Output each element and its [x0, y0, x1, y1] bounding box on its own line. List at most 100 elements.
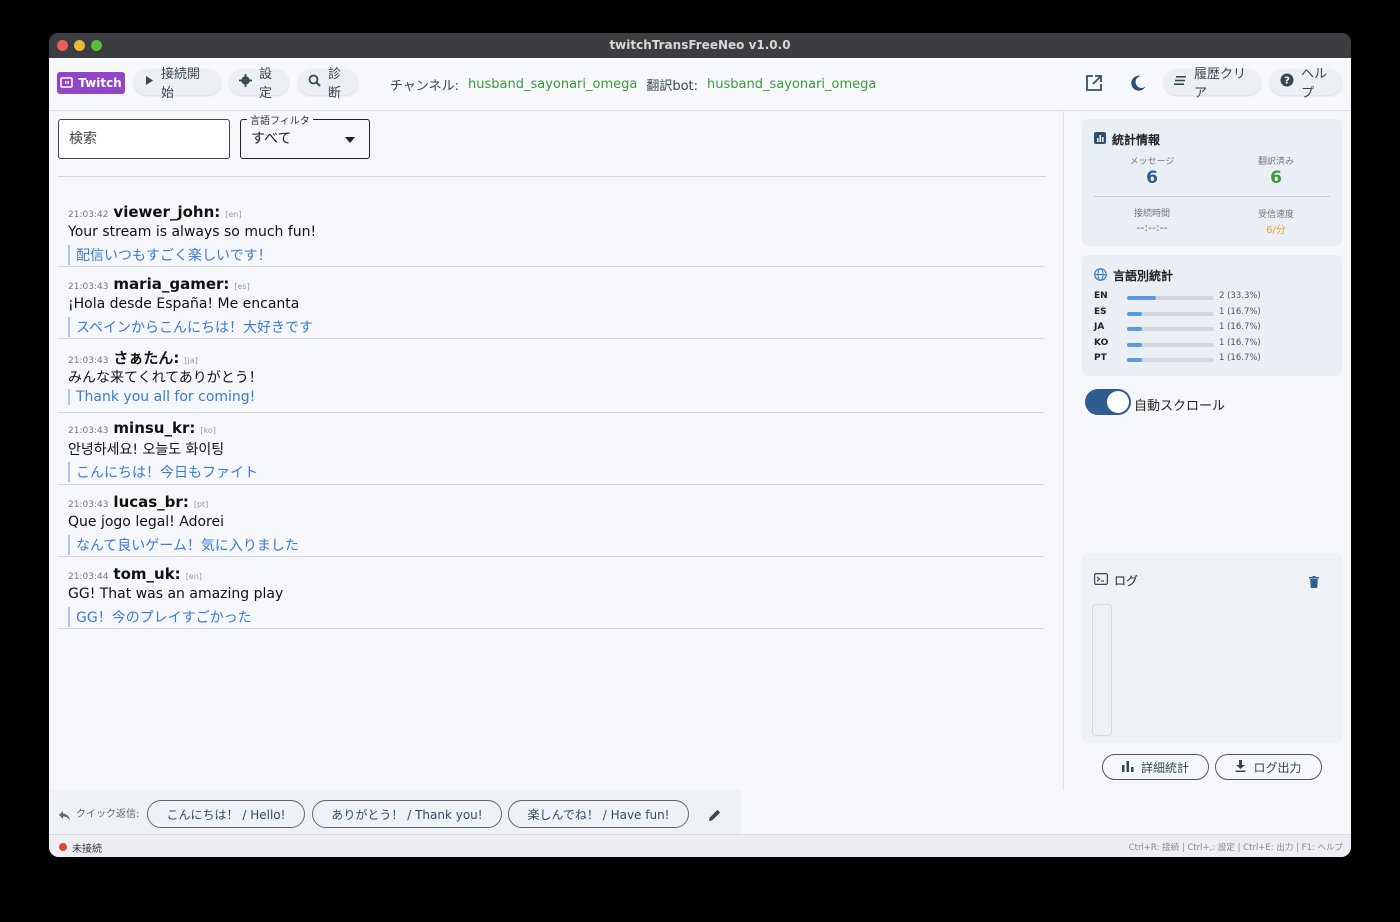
- quick-reply-label: クイック返信:: [76, 809, 140, 820]
- message-user[interactable]: tom_uk:: [113, 565, 180, 583]
- language-code: ES: [1094, 306, 1107, 317]
- open-external-icon[interactable]: [1085, 74, 1103, 92]
- language-code: EN: [1094, 291, 1108, 301]
- status-dot-icon: [59, 843, 67, 851]
- message-original: みんな来てくれてありがとう！: [68, 370, 263, 386]
- message-translation: GG！今のプレイすごかった: [68, 607, 252, 627]
- window-title: twitchTransFreeNeo v1.0.0: [609, 38, 791, 52]
- language-stat-row: ES 1 (16.7%): [1094, 307, 1334, 321]
- language-bar-fill: [1127, 327, 1142, 331]
- twitch-button[interactable]: Twitch: [57, 72, 125, 94]
- title-bar: twitchTransFreeNeo v1.0.0: [49, 33, 1351, 58]
- message-user[interactable]: lucas_br:: [113, 493, 188, 511]
- dark-mode-icon[interactable]: [1129, 74, 1147, 92]
- translated-label: 翻訳済み: [1257, 157, 1294, 167]
- language-bar-track: [1127, 342, 1214, 347]
- message-lang: [en]: [185, 572, 202, 581]
- bot-label: 翻訳bot:: [646, 79, 699, 94]
- autoscroll-toggle[interactable]: [1085, 389, 1131, 415]
- quick-reply-bar: クイック返信: こんにちは！ / Hello! ありがとう！ / Thank y…: [49, 790, 741, 834]
- message-translation: なんて良いゲーム！気に入りました: [68, 535, 299, 555]
- message-item: 21:03:43 maria_gamer: [es] ¡Hola desde E…: [58, 267, 1044, 339]
- message-time: 21:03:43: [68, 426, 109, 436]
- rate-value: 6/分: [1266, 225, 1286, 236]
- quick-reply-thanks-button[interactable]: ありがとう！ / Thank you!: [312, 800, 502, 828]
- quick-reply-hello-button[interactable]: こんにちは！ / Hello!: [147, 800, 305, 828]
- language-bar-fill: [1127, 296, 1156, 300]
- detail-stats-button[interactable]: 詳細統計: [1102, 754, 1209, 780]
- language-bar-fill: [1127, 342, 1142, 347]
- language-bar-track: [1127, 358, 1214, 362]
- language-stat-row: JA 1 (16.7%): [1094, 322, 1334, 336]
- settings-label: 設定: [259, 67, 273, 101]
- close-window-button[interactable]: [57, 40, 68, 51]
- message-original: ¡Hola desde España! Me encanta: [68, 296, 300, 312]
- language-filter-value: すべて: [251, 131, 292, 147]
- diagnose-button[interactable]: 診断: [298, 67, 358, 101]
- uptime-value: --:--:--: [1136, 221, 1168, 234]
- play-icon: [144, 75, 154, 90]
- twitch-icon: [60, 76, 74, 91]
- message-user[interactable]: minsu_kr:: [113, 419, 195, 437]
- caret-down-icon: [345, 120, 355, 158]
- twitch-label: Twitch: [78, 76, 122, 90]
- log-title: ログ: [1114, 574, 1139, 588]
- help-icon: ?: [1280, 73, 1294, 91]
- language-stat-row: EN 2 (33.3%): [1094, 291, 1334, 305]
- language-filter-label: 言語フィルタ: [247, 112, 313, 127]
- edit-pencil-icon[interactable]: [709, 806, 721, 825]
- language-bar-track: [1127, 327, 1214, 331]
- divider: [58, 176, 1046, 177]
- message-user[interactable]: viewer_john:: [113, 203, 220, 221]
- language-code: PT: [1094, 353, 1107, 363]
- language-bar-fill: [1127, 358, 1142, 362]
- search-input[interactable]: 検索: [58, 119, 230, 159]
- language-count: 1 (16.7%): [1219, 322, 1261, 332]
- connect-button[interactable]: 接続開始: [134, 67, 221, 101]
- message-original: 안녕하세요! 오늘도 화이팅: [68, 442, 225, 458]
- messages-label: メッセージ: [1129, 157, 1175, 167]
- minimize-window-button[interactable]: [74, 40, 85, 51]
- clear-history-button[interactable]: 履歴クリア: [1164, 67, 1261, 101]
- channel-info: チャンネル: husband_sayonari_omega 翻訳bot: hus…: [390, 75, 876, 94]
- language-stats-title: 言語別統計: [1113, 269, 1174, 283]
- message-time: 21:03:43: [68, 500, 109, 510]
- trash-icon[interactable]: [1309, 573, 1319, 592]
- quick-reply-havefun-button[interactable]: 楽しんでね！ / Have fun!: [508, 800, 689, 828]
- message-original: Que jogo legal! Adorei: [68, 514, 224, 530]
- language-count: 1 (16.7%): [1219, 353, 1261, 363]
- message-user[interactable]: さぁたん:: [113, 347, 179, 368]
- detail-stats-label: 詳細統計: [1140, 760, 1189, 775]
- search-placeholder: 検索: [69, 131, 97, 147]
- maximize-window-button[interactable]: [91, 40, 102, 51]
- stats-title: 統計情報: [1112, 133, 1161, 147]
- reply-icon: [59, 806, 70, 825]
- message-original: GG! That was an amazing play: [68, 586, 284, 602]
- toolbar: Twitch 接続開始 設定 診断 チャンネル: husband_sayonar…: [49, 58, 1351, 111]
- language-count: 1 (16.7%): [1219, 306, 1261, 317]
- language-bar-track: [1127, 311, 1214, 316]
- clear-list-icon: [1174, 75, 1187, 90]
- translated-value: 6: [1270, 168, 1282, 188]
- log-card: ログ: [1082, 553, 1342, 743]
- panel-divider: [1063, 110, 1064, 790]
- settings-button[interactable]: 設定: [229, 67, 289, 101]
- message-item: 21:03:44 tom_uk: [en] GG! That was an am…: [58, 557, 1044, 629]
- rate-label: 受信速度: [1257, 210, 1294, 220]
- bar-chart-icon: [1094, 132, 1106, 147]
- app-window: twitchTransFreeNeo v1.0.0 Twitch 接続開始 設定…: [49, 33, 1351, 857]
- export-log-label: ログ出力: [1253, 760, 1302, 775]
- language-bar-fill: [1127, 311, 1142, 316]
- message-translation: Thank you all for coming!: [68, 389, 255, 405]
- message-user[interactable]: maria_gamer:: [113, 275, 229, 293]
- diagnose-label: 診断: [328, 67, 342, 101]
- message-lang: [es]: [234, 282, 250, 291]
- message-original: Your stream is always so much fun!: [68, 224, 317, 240]
- export-log-button[interactable]: ログ出力: [1215, 754, 1322, 780]
- message-time: 21:03:44: [68, 572, 109, 582]
- log-output[interactable]: [1092, 604, 1112, 736]
- message-translation: スペインからこんにちは！大好きです: [68, 317, 313, 337]
- help-button[interactable]: ? ヘルプ: [1270, 67, 1342, 101]
- message-lang: [ja]: [184, 356, 198, 365]
- zoom-search-icon: [308, 74, 321, 91]
